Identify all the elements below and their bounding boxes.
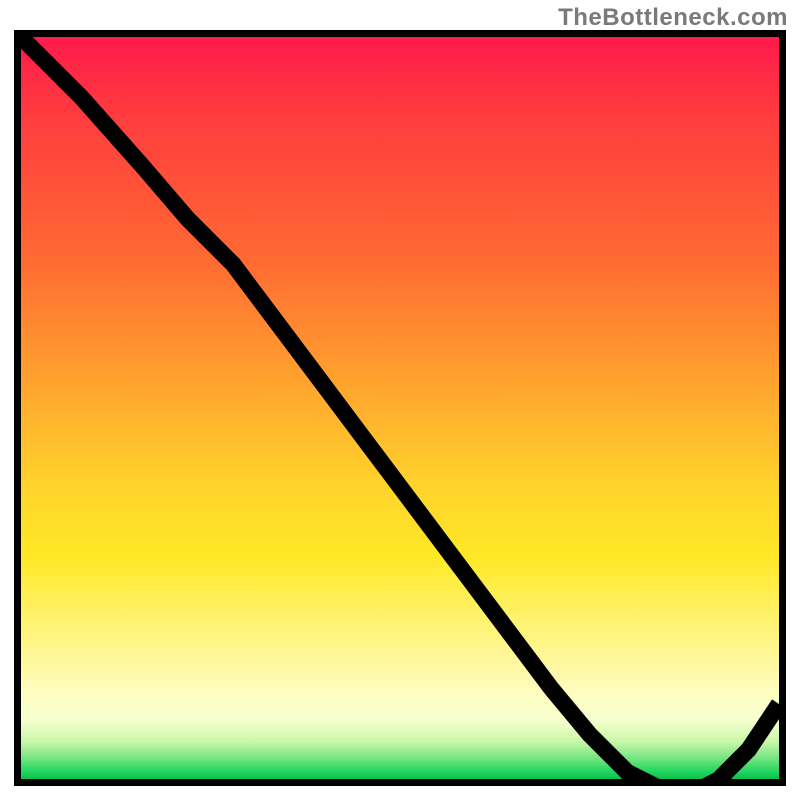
plot-frame: [14, 30, 786, 786]
bottleneck-curve-line: [21, 37, 779, 786]
chart-stage: TheBottleneck.com: [0, 0, 800, 800]
chart-svg: [21, 37, 779, 786]
watermark-label: TheBottleneck.com: [558, 4, 788, 32]
